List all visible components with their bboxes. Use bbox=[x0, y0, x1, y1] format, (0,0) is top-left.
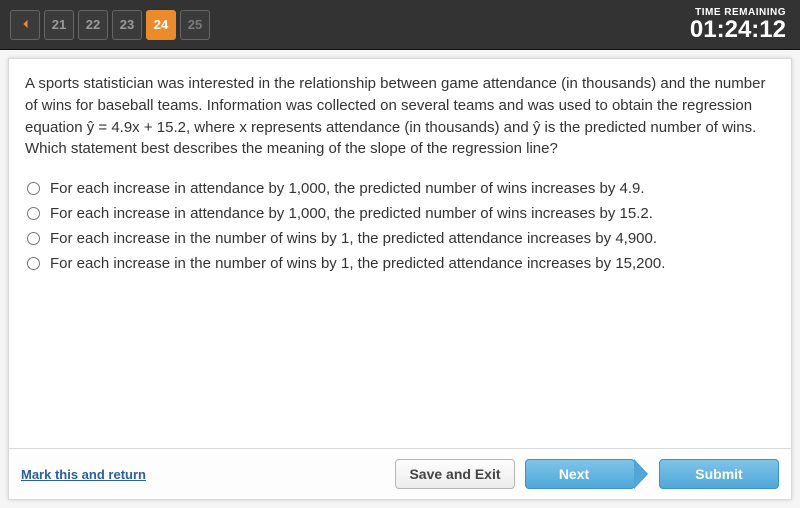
header-bar: 21 22 23 24 25 TIME REMAINING 01:24:12 bbox=[0, 0, 800, 50]
submit-button[interactable]: Submit bbox=[659, 459, 779, 489]
nav-question-23[interactable]: 23 bbox=[112, 10, 142, 40]
option-c-radio[interactable] bbox=[27, 232, 40, 245]
question-nav: 21 22 23 24 25 bbox=[10, 10, 210, 40]
timer-value: 01:24:12 bbox=[690, 18, 786, 42]
option-d[interactable]: For each increase in the number of wins … bbox=[25, 251, 775, 276]
timer: TIME REMAINING 01:24:12 bbox=[690, 7, 790, 42]
option-b-radio[interactable] bbox=[27, 207, 40, 220]
options-list: For each increase in attendance by 1,000… bbox=[25, 176, 775, 276]
nav-question-21[interactable]: 21 bbox=[44, 10, 74, 40]
next-button-wrap: Next bbox=[525, 459, 635, 489]
option-d-label: For each increase in the number of wins … bbox=[50, 255, 665, 272]
footer-bar: Mark this and return Save and Exit Next … bbox=[9, 448, 791, 499]
option-c-label: For each increase in the number of wins … bbox=[50, 230, 657, 247]
save-and-exit-button[interactable]: Save and Exit bbox=[395, 459, 515, 489]
nav-question-25[interactable]: 25 bbox=[180, 10, 210, 40]
nav-question-22[interactable]: 22 bbox=[78, 10, 108, 40]
question-stem: A sports statistician was interested in … bbox=[25, 73, 775, 160]
option-b-label: For each increase in attendance by 1,000… bbox=[50, 205, 653, 222]
option-a[interactable]: For each increase in attendance by 1,000… bbox=[25, 176, 775, 201]
footer-actions: Save and Exit Next Submit bbox=[395, 459, 779, 489]
nav-question-24[interactable]: 24 bbox=[146, 10, 176, 40]
option-d-radio[interactable] bbox=[27, 257, 40, 270]
chevron-left-icon bbox=[21, 17, 29, 32]
nav-back-button[interactable] bbox=[10, 10, 40, 40]
option-a-label: For each increase in attendance by 1,000… bbox=[50, 180, 645, 197]
content-panel: A sports statistician was interested in … bbox=[8, 58, 792, 500]
option-b[interactable]: For each increase in attendance by 1,000… bbox=[25, 201, 775, 226]
mark-and-return-link[interactable]: Mark this and return bbox=[21, 467, 146, 482]
next-button[interactable]: Next bbox=[525, 459, 635, 489]
option-a-radio[interactable] bbox=[27, 182, 40, 195]
option-c[interactable]: For each increase in the number of wins … bbox=[25, 226, 775, 251]
question-area: A sports statistician was interested in … bbox=[9, 59, 791, 290]
